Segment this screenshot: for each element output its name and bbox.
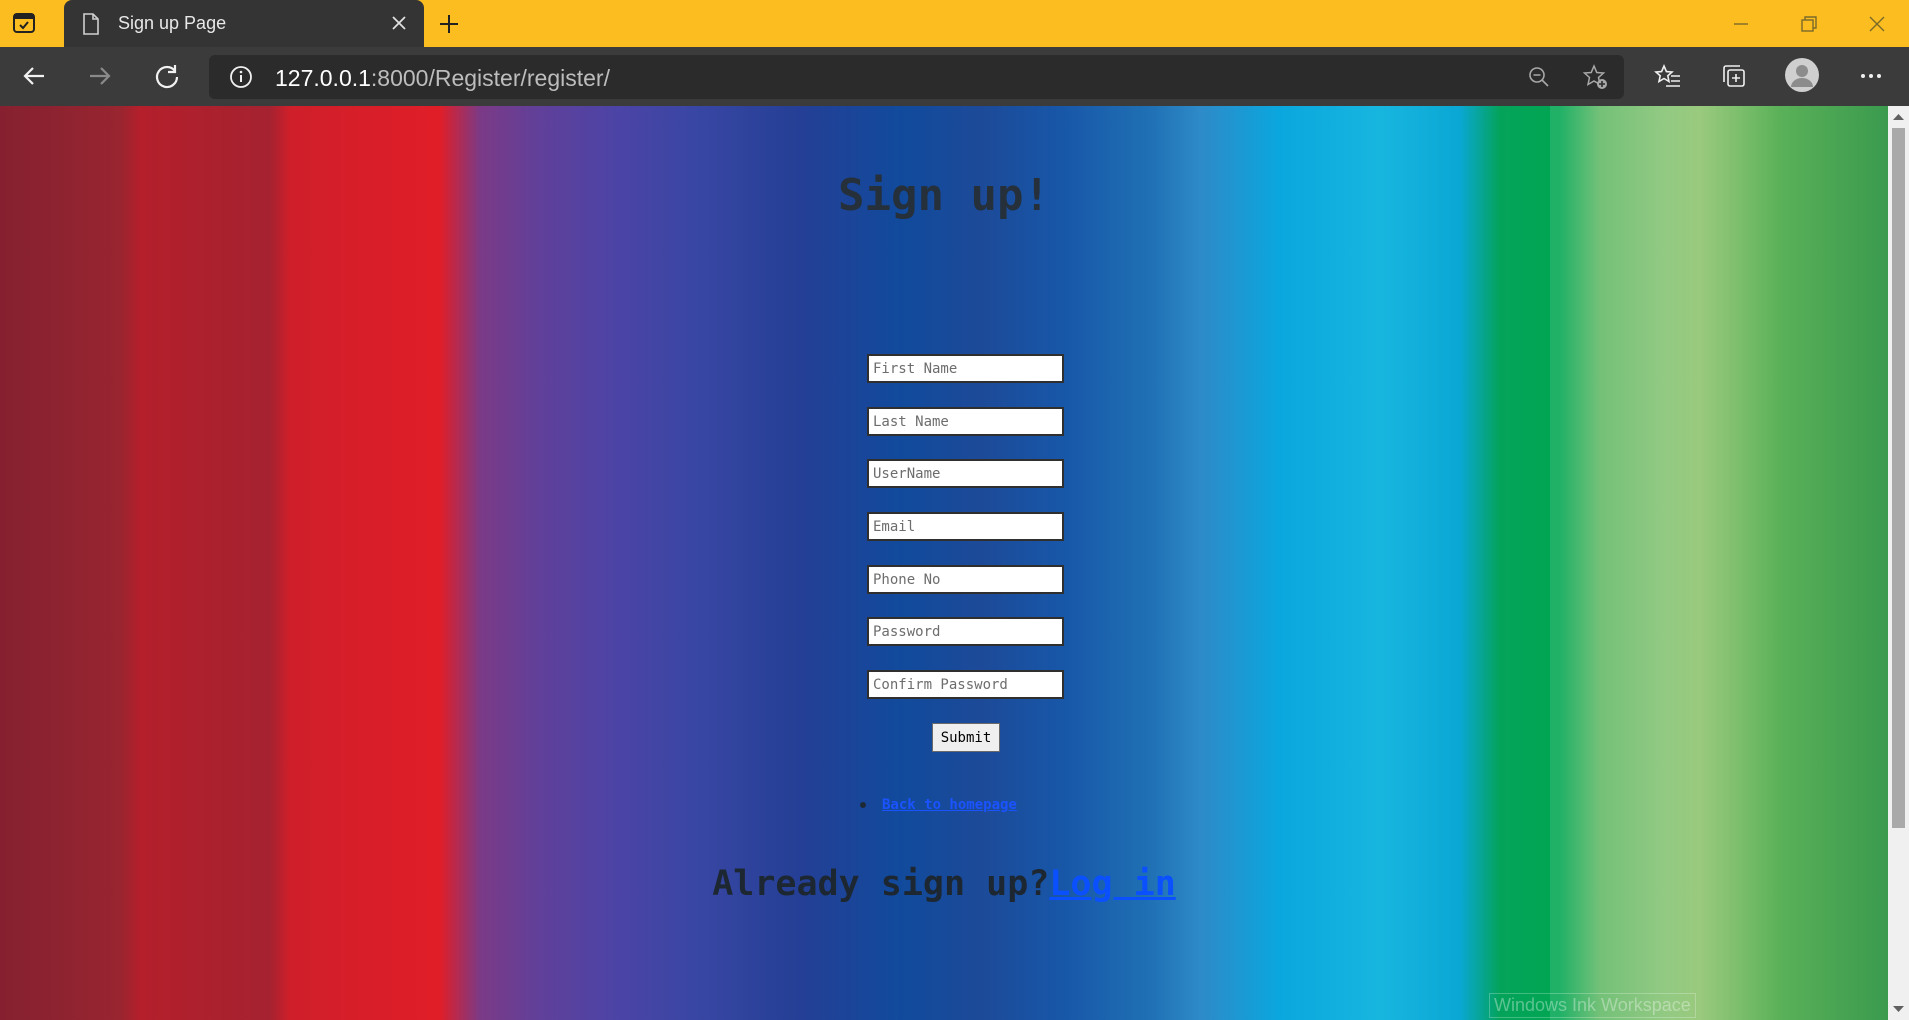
url-host: 127.0.0.1 xyxy=(275,65,371,91)
password-field[interactable] xyxy=(867,617,1064,646)
list-item: Back to homepage xyxy=(860,796,1017,814)
scrollbar-thumb[interactable] xyxy=(1892,128,1905,828)
back-to-homepage-link[interactable]: Back to homepage xyxy=(882,797,1017,813)
forward-arrow-icon[interactable] xyxy=(86,62,114,90)
ink-workspace-overlay: Windows Ink Workspace xyxy=(1489,993,1696,1018)
zoom-out-icon[interactable] xyxy=(1527,65,1551,89)
phone-field[interactable] xyxy=(867,565,1064,594)
submit-button[interactable]: Submit xyxy=(932,723,1000,752)
first-name-field[interactable] xyxy=(867,354,1064,383)
close-tab-icon[interactable] xyxy=(390,14,408,32)
restore-icon[interactable] xyxy=(1797,12,1821,36)
more-options-icon[interactable] xyxy=(1857,62,1885,90)
profile-avatar-icon[interactable] xyxy=(1784,57,1820,93)
page-viewport: Sign up! Submit Back to homepage Already… xyxy=(0,106,1888,1020)
scroll-down-icon[interactable] xyxy=(1892,1004,1905,1014)
minimize-icon[interactable] xyxy=(1729,12,1753,36)
confirm-password-field[interactable] xyxy=(867,670,1064,699)
site-info-icon[interactable] xyxy=(229,65,253,89)
url-text[interactable]: 127.0.0.1:8000/Register/register/ xyxy=(275,65,610,92)
username-field[interactable] xyxy=(867,459,1064,488)
new-tab-icon[interactable] xyxy=(437,12,461,36)
back-arrow-icon[interactable] xyxy=(20,62,48,90)
email-field[interactable] xyxy=(867,512,1064,541)
bullet-icon xyxy=(860,802,866,808)
already-label: Already sign up? xyxy=(712,864,1050,904)
tab-title: Sign up Page xyxy=(118,13,227,33)
vertical-scrollbar[interactable] xyxy=(1888,106,1909,1020)
close-window-icon[interactable] xyxy=(1865,12,1889,36)
url-path: :8000/Register/register/ xyxy=(370,65,610,91)
title-bar: Sign up Page xyxy=(0,0,1909,47)
browser-tab[interactable]: Sign up Page xyxy=(64,0,424,47)
collections-icon[interactable] xyxy=(1720,62,1748,90)
last-name-field[interactable] xyxy=(867,407,1064,436)
tab-actions-icon[interactable] xyxy=(12,11,36,35)
page-title: Sign up! xyxy=(838,170,1050,221)
already-signed-up-text: Already sign up?Log in xyxy=(0,864,1888,904)
scroll-up-icon[interactable] xyxy=(1892,112,1905,122)
address-bar[interactable]: 127.0.0.1:8000/Register/register/ xyxy=(209,55,1624,99)
add-favorite-icon[interactable] xyxy=(1582,64,1608,90)
login-link[interactable]: Log in xyxy=(1049,864,1175,904)
nav-list: Back to homepage xyxy=(860,796,1017,814)
page-icon xyxy=(83,13,99,35)
navigation-toolbar: 127.0.0.1:8000/Register/register/ xyxy=(0,47,1909,106)
favorites-icon[interactable] xyxy=(1654,62,1682,90)
refresh-icon[interactable] xyxy=(153,62,181,90)
